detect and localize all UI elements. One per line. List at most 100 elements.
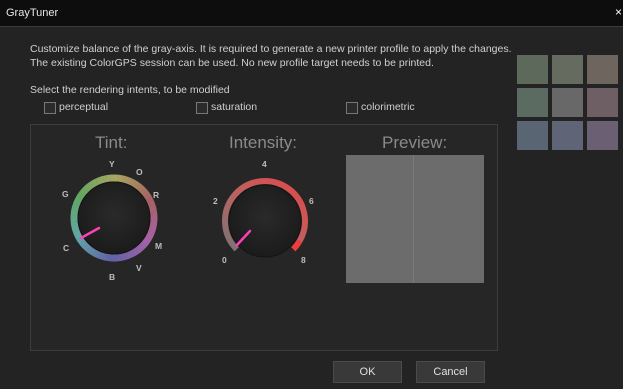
tint-ring-segment[interactable] bbox=[95, 177, 102, 185]
tint-ring-segment[interactable] bbox=[95, 250, 102, 259]
tint-ring-segment[interactable] bbox=[120, 253, 126, 261]
tint-ring-segment[interactable] bbox=[146, 230, 155, 237]
perceptual-checkbox[interactable]: perceptual bbox=[44, 101, 134, 115]
tint-ring-segment[interactable] bbox=[148, 203, 157, 209]
tint-ring-segment[interactable] bbox=[126, 251, 133, 259]
preview-swatch bbox=[346, 155, 484, 283]
tint-ring-segment[interactable] bbox=[71, 224, 79, 230]
description-line-2: The existing ColorGPS session can be use… bbox=[30, 57, 434, 69]
tint-ring-segment[interactable] bbox=[147, 199, 155, 206]
tint-ring-segment[interactable] bbox=[86, 182, 94, 191]
tint-ring-segment[interactable] bbox=[102, 175, 108, 183]
tint-knob[interactable] bbox=[77, 181, 151, 255]
tint-ring-segment[interactable] bbox=[137, 184, 145, 193]
gray-swatch[interactable] bbox=[587, 121, 618, 150]
tint-ring-segment[interactable] bbox=[73, 230, 81, 237]
tint-ring-segment[interactable] bbox=[141, 238, 150, 247]
checkbox-box[interactable] bbox=[196, 102, 208, 114]
description-line-1: Customize balance of the gray-axis. It i… bbox=[30, 43, 512, 55]
tint-ring-segment[interactable] bbox=[83, 184, 91, 193]
tint-ring-segment[interactable] bbox=[71, 227, 80, 233]
tint-ring-segment[interactable] bbox=[92, 249, 99, 258]
tint-ring-segment[interactable] bbox=[148, 227, 157, 234]
tint-ring-segment[interactable] bbox=[134, 245, 142, 254]
gray-swatch[interactable] bbox=[552, 121, 583, 150]
close-icon[interactable]: × bbox=[615, 5, 622, 19]
intensity-dial[interactable]: 4 2 6 0 8 bbox=[205, 160, 325, 280]
tint-label-y: Y bbox=[109, 160, 115, 169]
tint-ring-segment[interactable] bbox=[139, 187, 148, 195]
ok-button[interactable]: OK bbox=[333, 361, 402, 383]
intensity-tick-0: 0 bbox=[222, 255, 227, 265]
title-bar: GrayTuner × bbox=[0, 0, 623, 27]
tint-ring-segment[interactable] bbox=[123, 175, 130, 184]
tint-ring-segment[interactable] bbox=[71, 206, 79, 212]
tint-ring-segment[interactable] bbox=[74, 196, 83, 203]
tint-ring-segment[interactable] bbox=[129, 249, 136, 258]
tint-ring-segment[interactable] bbox=[85, 245, 94, 254]
tint-ring-segment[interactable] bbox=[123, 252, 129, 261]
intensity-tick-2: 2 bbox=[213, 196, 218, 206]
cancel-button[interactable]: Cancel bbox=[416, 361, 485, 383]
tint-ring-segment[interactable] bbox=[102, 253, 108, 261]
checkbox-box[interactable] bbox=[44, 102, 56, 114]
tint-ring-segment[interactable] bbox=[78, 189, 87, 198]
tint-label-c: C bbox=[63, 243, 69, 253]
tint-label-r: R bbox=[153, 190, 159, 200]
intensity-knob[interactable] bbox=[228, 184, 302, 258]
intensity-tick-4: 4 bbox=[262, 160, 267, 169]
tint-ring-segment[interactable] bbox=[149, 224, 157, 230]
tint-ring-segment[interactable] bbox=[88, 247, 96, 256]
tint-ring-segment[interactable] bbox=[145, 233, 154, 240]
tint-ring-segment[interactable] bbox=[132, 180, 140, 189]
tint-ring-segment[interactable] bbox=[71, 202, 80, 209]
colorimetric-label[interactable]: colorimetric bbox=[361, 101, 415, 113]
gray-swatch[interactable] bbox=[587, 88, 618, 117]
gray-swatch[interactable] bbox=[517, 55, 548, 84]
tint-ring-segment[interactable] bbox=[143, 236, 152, 244]
preview-title: Preview: bbox=[382, 133, 448, 152]
saturation-checkbox[interactable]: saturation bbox=[196, 101, 286, 115]
tint-label-g: G bbox=[62, 189, 69, 199]
tint-ring-segment[interactable] bbox=[99, 175, 105, 184]
tint-ring-segment[interactable] bbox=[143, 193, 152, 200]
tint-ring-segment[interactable] bbox=[98, 252, 105, 261]
tint-ring-segment[interactable] bbox=[145, 196, 154, 203]
tint-ring-segment[interactable] bbox=[80, 187, 89, 195]
tint-ring-segment[interactable] bbox=[120, 175, 126, 183]
tint-dial[interactable]: Y O R M V B C G bbox=[55, 160, 175, 280]
window-title: GrayTuner bbox=[6, 7, 59, 19]
tint-ring-segment[interactable] bbox=[141, 190, 150, 198]
tint-ring-segment[interactable] bbox=[92, 178, 99, 187]
gray-swatch[interactable] bbox=[587, 55, 618, 84]
gray-swatch[interactable] bbox=[517, 88, 548, 117]
tint-ring-segment[interactable] bbox=[78, 238, 87, 246]
tint-ring-segment[interactable] bbox=[139, 241, 148, 249]
tint-label-o: O bbox=[136, 167, 143, 177]
tint-ring-segment[interactable] bbox=[126, 177, 133, 186]
tint-ring-segment[interactable] bbox=[89, 180, 96, 189]
gray-swatch[interactable] bbox=[517, 121, 548, 150]
tint-ring-segment[interactable] bbox=[129, 178, 136, 187]
tint-label-b: B bbox=[109, 272, 115, 280]
gray-swatch[interactable] bbox=[552, 55, 583, 84]
tint-ring-segment[interactable] bbox=[80, 241, 89, 249]
tint-ring-segment[interactable] bbox=[132, 247, 139, 256]
perceptual-label[interactable]: perceptual bbox=[59, 101, 108, 113]
tint-ring-segment[interactable] bbox=[76, 192, 85, 200]
intensity-tick-8: 8 bbox=[301, 255, 306, 265]
tint-ring-segment[interactable] bbox=[134, 182, 143, 191]
tint-ring-segment[interactable] bbox=[74, 233, 83, 240]
tint-ring-segment[interactable] bbox=[149, 206, 157, 212]
checkbox-box[interactable] bbox=[346, 102, 358, 114]
rendering-intents-label: Select the rendering intents, to be modi… bbox=[30, 84, 230, 96]
tint-ring-segment[interactable] bbox=[137, 243, 145, 252]
colorimetric-checkbox[interactable]: colorimetric bbox=[346, 101, 436, 115]
gray-swatch[interactable] bbox=[552, 88, 583, 117]
tint-ring-segment[interactable] bbox=[73, 199, 82, 206]
intensity-tick-6: 6 bbox=[309, 196, 314, 206]
tint-ring-segment[interactable] bbox=[83, 243, 91, 252]
graytuner-window: GrayTuner × Customize balance of the gra… bbox=[0, 0, 623, 389]
preview-divider bbox=[413, 155, 414, 283]
saturation-label[interactable]: saturation bbox=[211, 101, 257, 113]
